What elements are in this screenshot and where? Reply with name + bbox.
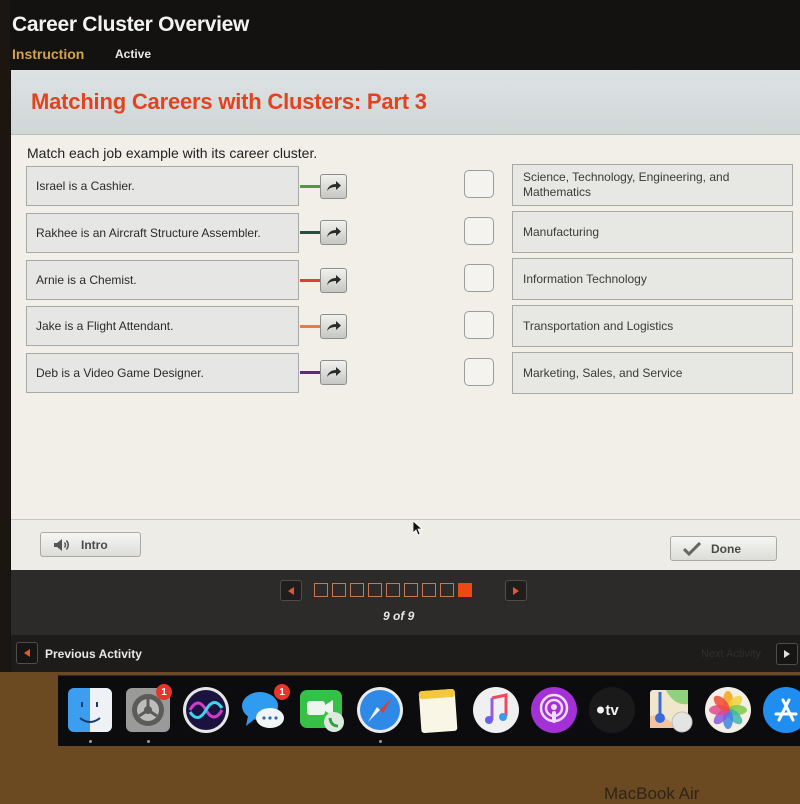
job-item: Jake is a Flight Attendant. — [26, 306, 299, 346]
cluster-target-checkbox[interactable] — [464, 311, 494, 339]
cluster-item: Marketing, Sales, and Service — [512, 352, 793, 394]
checkmark-icon — [683, 541, 701, 556]
curved-arrow-icon — [327, 181, 341, 191]
job-item: Israel is a Cashier. — [26, 166, 299, 206]
curved-arrow-icon — [327, 227, 341, 237]
podcasts-icon[interactable] — [530, 686, 578, 734]
caret-right-icon — [513, 586, 519, 595]
cluster-item: Information Technology — [512, 258, 793, 300]
next-activity-button — [776, 643, 798, 665]
app-store-icon[interactable] — [762, 686, 800, 734]
page-indicator[interactable] — [458, 583, 472, 597]
done-button[interactable]: Done — [670, 536, 777, 561]
connector-line — [300, 371, 320, 374]
cluster-target-checkbox[interactable] — [464, 217, 494, 245]
activity-header: Matching Careers with Clusters: Part 3 — [11, 70, 800, 135]
cluster-item: Science, Technology, Engineering, and Ma… — [512, 164, 793, 206]
cluster-item: Manufacturing — [512, 211, 793, 253]
activity-panel: Matching Careers with Clusters: Part 3 M… — [11, 70, 800, 571]
running-indicator — [379, 740, 382, 743]
match-arrow-button[interactable] — [320, 220, 347, 245]
dock: 1 1 tv — [58, 675, 800, 746]
previous-activity-button[interactable] — [16, 642, 38, 664]
job-item: Arnie is a Chemist. — [26, 260, 299, 300]
match-arrow-button[interactable] — [320, 314, 347, 339]
cluster-item: Transportation and Logistics — [512, 305, 793, 347]
activity-nav-bar: Previous Activity Next Activity — [11, 635, 800, 672]
match-arrow-button[interactable] — [320, 174, 347, 199]
job-item: Rakhee is an Aircraft Structure Assemble… — [26, 213, 299, 253]
instruction-text: Match each job example with its career c… — [27, 145, 318, 161]
page-indicator[interactable] — [350, 583, 364, 597]
siri-icon[interactable] — [182, 686, 230, 734]
running-indicator — [89, 740, 92, 743]
music-icon[interactable] — [472, 686, 520, 734]
connector-line — [300, 325, 320, 328]
svg-text:tv: tv — [605, 702, 619, 719]
job-item: Deb is a Video Game Designer. — [26, 353, 299, 393]
photos-icon[interactable] — [704, 686, 752, 734]
finder-icon[interactable] — [66, 686, 114, 734]
next-page-button[interactable] — [505, 580, 527, 601]
intro-label: Intro — [81, 537, 108, 552]
tab-active[interactable]: Active — [115, 47, 151, 61]
maps-icon[interactable] — [646, 686, 694, 734]
caret-right-icon — [784, 650, 790, 658]
page-count: 9 of 9 — [383, 609, 415, 623]
notification-badge: 1 — [156, 684, 172, 700]
screen: Career Cluster Overview Instruction Acti… — [0, 0, 800, 672]
page-indicator[interactable] — [404, 583, 418, 597]
page-indicator[interactable] — [368, 583, 382, 597]
curved-arrow-icon — [327, 321, 341, 331]
page-indicator[interactable] — [314, 583, 328, 597]
cluster-target-checkbox[interactable] — [464, 170, 494, 198]
match-arrow-button[interactable] — [320, 360, 347, 385]
cluster-target-checkbox[interactable] — [464, 264, 494, 292]
page-indicator[interactable] — [440, 583, 454, 597]
app-title: Career Cluster Overview — [12, 13, 250, 36]
curved-arrow-icon — [327, 275, 341, 285]
previous-page-button[interactable] — [280, 580, 302, 601]
running-indicator — [147, 740, 150, 743]
apple-tv-icon[interactable]: tv — [588, 686, 636, 734]
activity-footer: Intro Done — [11, 519, 800, 571]
intro-button[interactable]: Intro — [40, 532, 141, 557]
next-activity-label: Next Activity — [701, 648, 761, 660]
speaker-icon — [54, 538, 69, 551]
connector-line — [300, 279, 320, 282]
caret-left-icon — [288, 586, 294, 595]
page-indicator[interactable] — [422, 583, 436, 597]
mouse-cursor-icon — [413, 521, 423, 536]
device-label: MacBook Air — [604, 784, 700, 803]
notification-badge: 1 — [274, 684, 290, 700]
page-indicators — [314, 583, 472, 597]
connector-line — [300, 185, 320, 188]
done-label: Done — [711, 541, 741, 556]
activity-title: Matching Careers with Clusters: Part 3 — [31, 89, 427, 114]
page-indicator[interactable] — [386, 583, 400, 597]
caret-left-icon — [24, 649, 30, 657]
cluster-target-checkbox[interactable] — [464, 358, 494, 386]
tab-instruction[interactable]: Instruction — [12, 46, 84, 62]
previous-activity-label[interactable]: Previous Activity — [45, 647, 142, 661]
facetime-icon[interactable] — [298, 686, 346, 734]
curved-arrow-icon — [327, 367, 341, 377]
notes-icon[interactable] — [414, 686, 462, 734]
match-arrow-button[interactable] — [320, 268, 347, 293]
connector-line — [300, 231, 320, 234]
pagination-bar: 9 of 9 — [11, 570, 800, 635]
safari-icon[interactable] — [356, 686, 404, 734]
page-indicator[interactable] — [332, 583, 346, 597]
bezel — [0, 0, 10, 672]
